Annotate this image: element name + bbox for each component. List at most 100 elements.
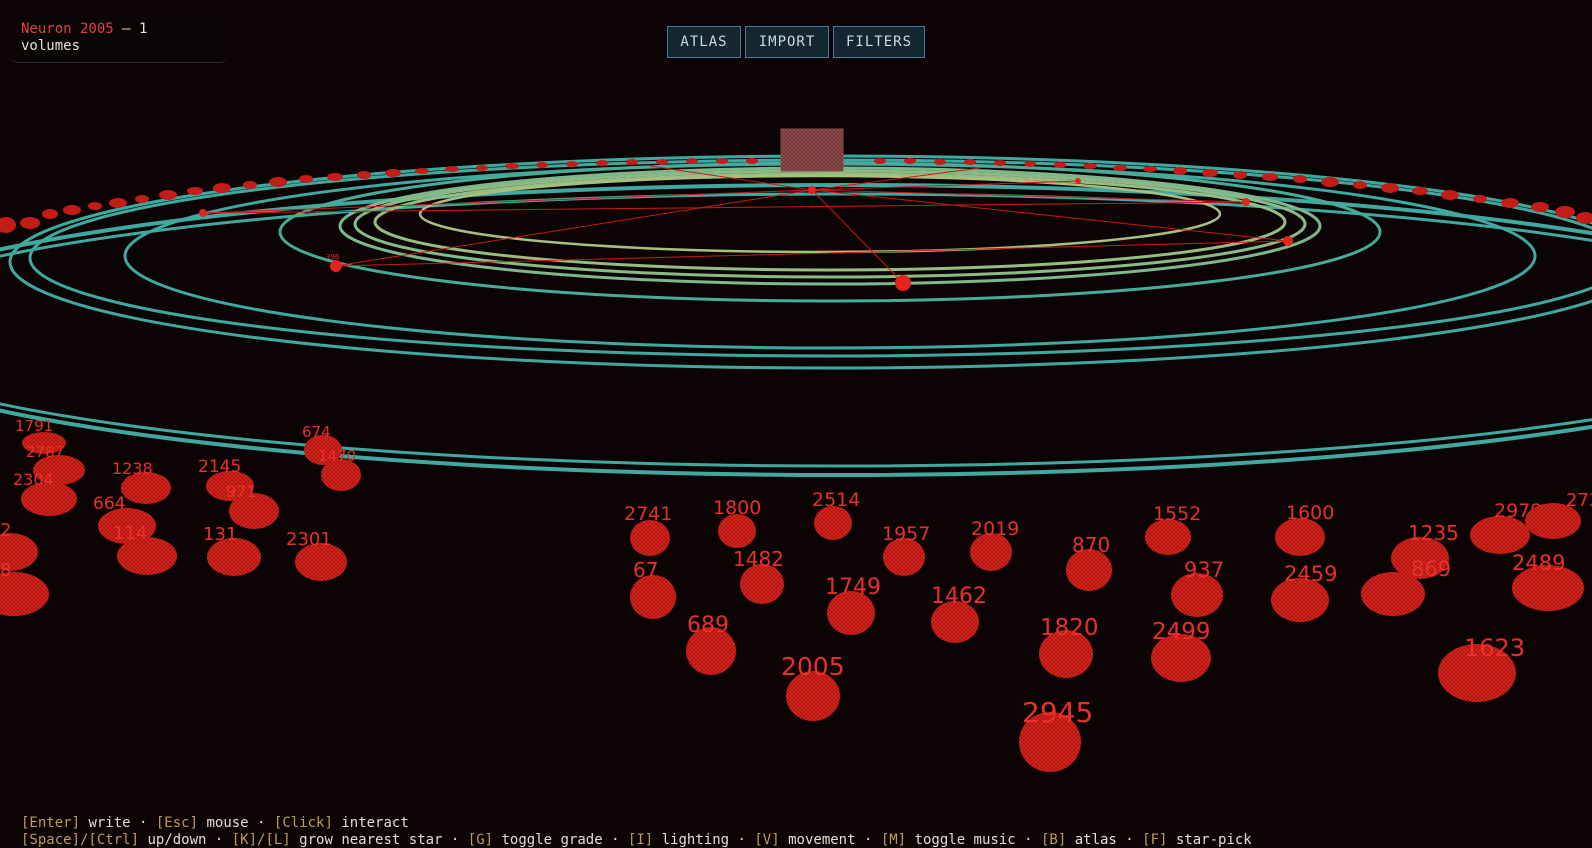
star-label: 2005 — [781, 652, 845, 681]
star-114[interactable]: 114 — [113, 523, 177, 575]
orbit-ring — [0, 192, 1592, 468]
help-text: toggle grade · — [493, 832, 628, 848]
orbit-rings — [0, 154, 1592, 477]
star-2301[interactable]: 2301 — [286, 529, 347, 581]
help-text: atlas · — [1066, 832, 1143, 848]
star-2489[interactable]: 2489 — [1512, 551, 1584, 611]
galaxy-viewport[interactable]: 396 1791 2787 2304 1238 2145 971 664 114 131 2301… — [0, 0, 1592, 842]
node-label: 396 — [326, 253, 340, 261]
star-131[interactable]: 131 — [203, 524, 261, 576]
star-689[interactable]: 689 — [686, 613, 736, 675]
star-1552[interactable]: 1552 — [1145, 503, 1201, 555]
atlas-button[interactable]: ATLAS — [667, 26, 741, 58]
star-label: 2514 — [812, 489, 860, 511]
help-text: lighting · — [653, 832, 755, 848]
node — [1242, 198, 1250, 206]
help-key: [I] — [627, 832, 654, 848]
help-line-shortcuts: [Space]/[Ctrl] up/down · [K]/[L] grow ne… — [21, 832, 1252, 848]
neuron-count: — 1 — [113, 21, 148, 37]
star-67[interactable]: 67 — [630, 558, 676, 619]
star-label: 2499 — [1152, 619, 1211, 645]
star-label: 1749 — [825, 575, 881, 600]
star-label: 870 — [1072, 533, 1110, 557]
help-key: [K]/[L] — [231, 832, 291, 848]
help-text: interact — [332, 815, 409, 831]
help-text: write · — [80, 815, 156, 831]
help-key: [Enter] — [21, 815, 81, 831]
star-label: 1820 — [1040, 615, 1099, 641]
star-label: 131 — [203, 524, 237, 545]
star-label: 2489 — [1512, 551, 1565, 575]
star-label: 67 — [633, 558, 658, 582]
star-2741[interactable]: 2741 — [624, 503, 672, 556]
node — [199, 209, 207, 217]
help-key: [G] — [467, 832, 494, 848]
star-field: 1791 2787 2304 1238 2145 971 664 114 131 2301 674 1… — [0, 417, 1592, 772]
star-1462[interactable]: 1462 — [931, 584, 987, 643]
help-key: [Space]/[Ctrl] — [21, 832, 140, 848]
star-870[interactable]: 870 — [1066, 533, 1112, 591]
node — [330, 260, 342, 272]
star-label: 2 — [0, 520, 11, 541]
star-1957[interactable]: 1957 — [882, 523, 930, 576]
import-button[interactable]: IMPORT — [745, 26, 829, 58]
help-key: [F] — [1142, 832, 1168, 848]
center-structure — [780, 128, 844, 172]
star-1623[interactable]: 1623 — [1438, 634, 1525, 702]
star-label: 1482 — [733, 547, 784, 571]
help-key: [Click] — [273, 815, 333, 831]
help-line-controls: [Enter] write · [Esc] mouse · [Click] in… — [21, 815, 409, 831]
star-937[interactable]: 937 — [1171, 558, 1224, 617]
star-sphere[interactable] — [630, 520, 670, 556]
star-sphere[interactable] — [814, 506, 852, 540]
node — [808, 186, 816, 194]
star-1820[interactable]: 1820 — [1039, 615, 1099, 678]
star-1800[interactable]: 1800 — [713, 497, 761, 548]
filters-button[interactable]: FILTERS — [833, 26, 925, 58]
star-1470[interactable]: 1470 — [318, 447, 361, 491]
node — [1075, 178, 1081, 184]
star-label: 2459 — [1284, 562, 1337, 586]
help-text: star-pick — [1167, 832, 1252, 848]
help-key: [V] — [754, 832, 780, 848]
star-label: 937 — [1184, 558, 1224, 582]
star-label: 2019 — [971, 518, 1019, 540]
star-label: 1462 — [931, 584, 987, 609]
star-label: 273 — [1566, 490, 1592, 511]
star-1749[interactable]: 1749 — [825, 575, 881, 635]
orbit-ring — [0, 183, 1592, 477]
star-label: 1791 — [15, 417, 53, 435]
star-label: 869 — [1411, 557, 1451, 581]
star-8[interactable]: 8 — [0, 560, 49, 616]
help-text: mouse · — [198, 815, 274, 831]
star-label: 1600 — [1286, 502, 1334, 524]
star-1482[interactable]: 1482 — [733, 547, 784, 604]
star-label: 2741 — [624, 503, 672, 525]
star-label: 8 — [0, 560, 11, 581]
help-text: up/down · — [139, 832, 232, 848]
star-label: 1957 — [882, 523, 930, 545]
star-2499[interactable]: 2499 — [1151, 619, 1211, 682]
star-273[interactable]: 273 — [1525, 490, 1592, 539]
star-label: 2787 — [26, 443, 64, 461]
node — [895, 275, 911, 291]
star-2019[interactable]: 2019 — [970, 518, 1019, 571]
star-label: 2145 — [198, 457, 241, 477]
star-1600[interactable]: 1600 — [1275, 502, 1334, 556]
neuron-info-panel: Neuron 2005 — 1 volumes — [10, 14, 228, 63]
star-2514[interactable]: 2514 — [812, 489, 860, 540]
star-label: 1623 — [1464, 634, 1525, 662]
star-971[interactable]: 971 — [226, 482, 279, 529]
star-2945[interactable]: 2945 — [1019, 696, 1093, 772]
star-2459[interactable]: 2459 — [1271, 562, 1337, 622]
star-label: 1238 — [112, 459, 153, 478]
neuron-name: Neuron 2005 — [21, 21, 114, 37]
star-2005[interactable]: 2005 — [781, 652, 845, 721]
star-label: 674 — [302, 423, 331, 441]
help-text: toggle music · — [906, 832, 1041, 848]
neuron-subtitle: volumes — [21, 38, 81, 54]
star-label: 664 — [93, 494, 125, 514]
star-sphere[interactable] — [718, 514, 756, 548]
help-text: movement · — [779, 832, 881, 848]
help-key: [B] — [1040, 832, 1067, 848]
